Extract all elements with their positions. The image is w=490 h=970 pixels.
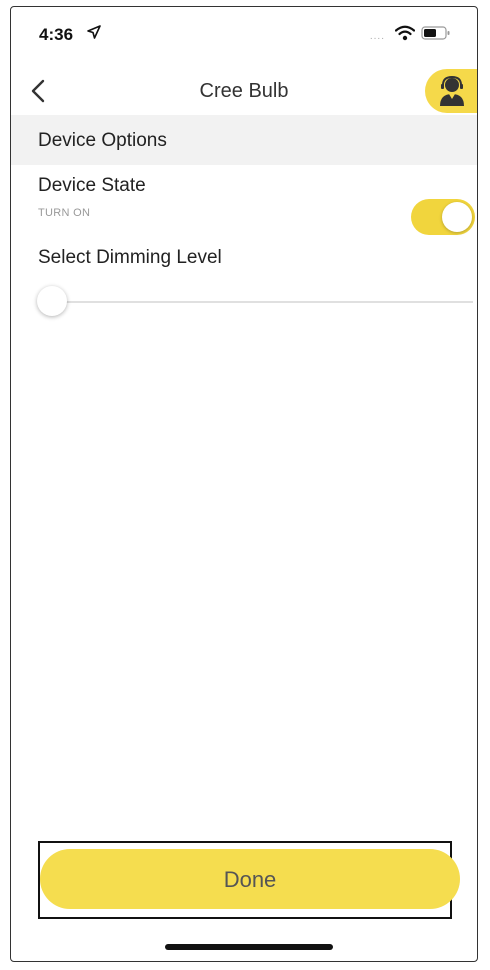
section-header: Device Options	[11, 115, 477, 165]
device-state-label: Device State	[38, 175, 146, 196]
nav-bar: Cree Bulb	[11, 65, 477, 115]
dimming-slider-knob[interactable]	[37, 286, 67, 316]
device-state-sublabel: TURN ON	[38, 207, 91, 219]
status-time: 4:36	[39, 25, 74, 44]
status-bar: 4:36 ....	[11, 7, 477, 61]
done-button-label: Done	[223, 867, 277, 892]
support-agent-icon	[440, 75, 464, 106]
support-button[interactable]	[425, 69, 477, 113]
phone-screen: 4:36 .... Cree Bulb Device Options Devic…	[10, 6, 478, 962]
battery-icon	[421, 26, 450, 40]
signal-indicator: ....	[369, 31, 385, 42]
dimming-level-label: Select Dimming Level	[38, 247, 222, 268]
toggle-knob	[442, 202, 472, 232]
page-title: Cree Bulb	[199, 80, 289, 102]
section-header-label: Device Options	[38, 130, 167, 151]
home-indicator[interactable]	[165, 944, 333, 950]
dimming-slider-track[interactable]	[41, 301, 473, 303]
device-state-toggle[interactable]	[411, 199, 475, 235]
done-button[interactable]: Done	[40, 849, 460, 909]
location-arrow-icon	[87, 25, 101, 39]
wifi-icon	[395, 25, 415, 41]
